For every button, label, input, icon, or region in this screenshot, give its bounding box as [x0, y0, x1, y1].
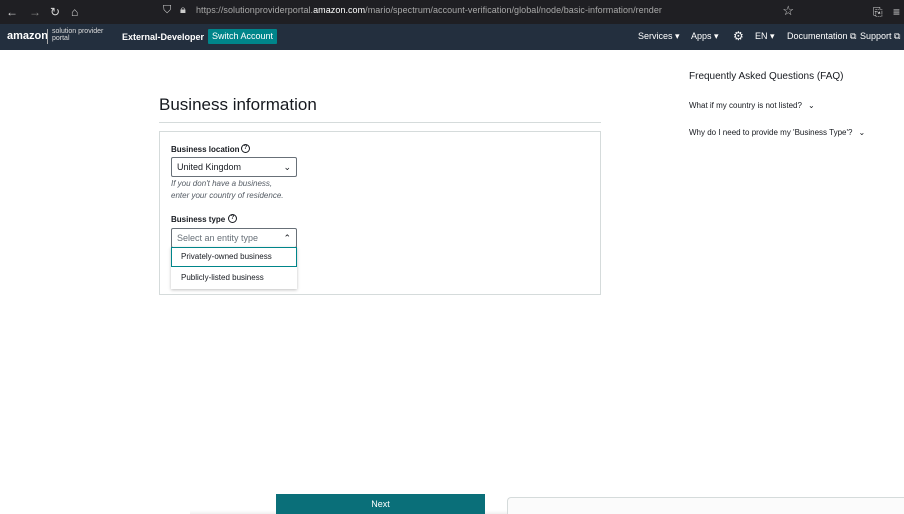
faq-question-country[interactable]: What if my country is not listed? ⌄	[689, 101, 815, 110]
shield-icon: ⛉	[163, 4, 172, 16]
faq-title: Frequently Asked Questions (FAQ)	[689, 71, 844, 82]
page-title: Business information	[159, 95, 317, 114]
help-icon[interactable]: ?	[241, 144, 250, 153]
business-location-select[interactable]: United Kingdom ⌄	[171, 157, 297, 177]
business-type-dropdown: Privately-owned business Publicly-listed…	[171, 247, 297, 289]
arrow-left-icon[interactable]: ←	[6, 4, 18, 20]
url-path: /mario/spectrum/account-verification/glo…	[365, 5, 662, 15]
chevron-down-icon: ⌄	[807, 101, 815, 110]
home-icon[interactable]: ⌂	[71, 4, 78, 20]
url-domain: amazon.com	[313, 5, 366, 15]
business-location-label: Business location	[171, 145, 240, 154]
browser-toolbar: ← → ↻ ⌂ ⛉ 🔒︎ https://solutionproviderpor…	[0, 0, 904, 24]
services-menu[interactable]: Services ▾	[638, 31, 680, 42]
option-publicly-listed[interactable]: Publicly-listed business	[171, 268, 297, 288]
documentation-link[interactable]: Documentation ⧉	[787, 31, 856, 42]
chevron-down-icon: ⌄	[283, 162, 291, 172]
business-type-placeholder: Select an entity type	[177, 233, 259, 243]
next-button[interactable]: Next	[276, 494, 485, 514]
business-type-label: Business type	[171, 215, 226, 224]
lock-icon: 🔒︎	[180, 4, 186, 16]
chevron-down-icon: ⌄	[858, 128, 866, 137]
support-link[interactable]: Support ⧉	[860, 31, 900, 42]
apps-menu[interactable]: Apps ▾	[691, 31, 719, 42]
title-divider	[159, 122, 601, 123]
url-text[interactable]: https://solutionproviderportal.amazon.co…	[196, 5, 662, 15]
address-bar[interactable]: ⛉ 🔒︎ https://solutionproviderportal.amaz…	[158, 2, 806, 22]
account-name: External-Developer	[122, 32, 205, 42]
faq-question-text: What if my country is not listed?	[689, 101, 802, 110]
reload-icon[interactable]: ↻	[50, 4, 60, 20]
extensions-icon[interactable]: ⎘	[873, 4, 883, 20]
language-menu[interactable]: EN ▾	[755, 31, 775, 42]
chevron-up-icon: ⌃	[283, 233, 291, 243]
arrow-right-icon[interactable]: →	[29, 4, 41, 20]
menu-icon[interactable]: ≡	[893, 4, 900, 20]
business-location-value: United Kingdom	[177, 162, 242, 172]
gear-icon[interactable]: ⚙	[733, 29, 744, 43]
url-prefix: https://solutionproviderportal.	[196, 5, 314, 15]
top-navigation: amazon solution provider portal External…	[0, 24, 904, 50]
switch-account-button[interactable]: Switch Account	[208, 29, 278, 44]
bottom-panel	[507, 497, 904, 514]
location-hint-line2: enter your country of residence.	[171, 191, 284, 200]
business-type-select[interactable]: Select an entity type ⌃	[171, 228, 297, 248]
faq-question-text: Why do I need to provide my 'Business Ty…	[689, 128, 853, 137]
portal-name: solution provider portal	[52, 28, 104, 42]
location-hint-line1: If you don't have a business,	[171, 179, 273, 188]
faq-question-business-type[interactable]: Why do I need to provide my 'Business Ty…	[689, 128, 865, 137]
help-icon[interactable]: ?	[228, 214, 237, 223]
bookmark-star-icon[interactable]: ☆	[782, 3, 794, 19]
logo-divider	[47, 29, 48, 44]
amazon-logo[interactable]: amazon	[7, 30, 48, 42]
option-privately-owned[interactable]: Privately-owned business	[171, 247, 297, 267]
